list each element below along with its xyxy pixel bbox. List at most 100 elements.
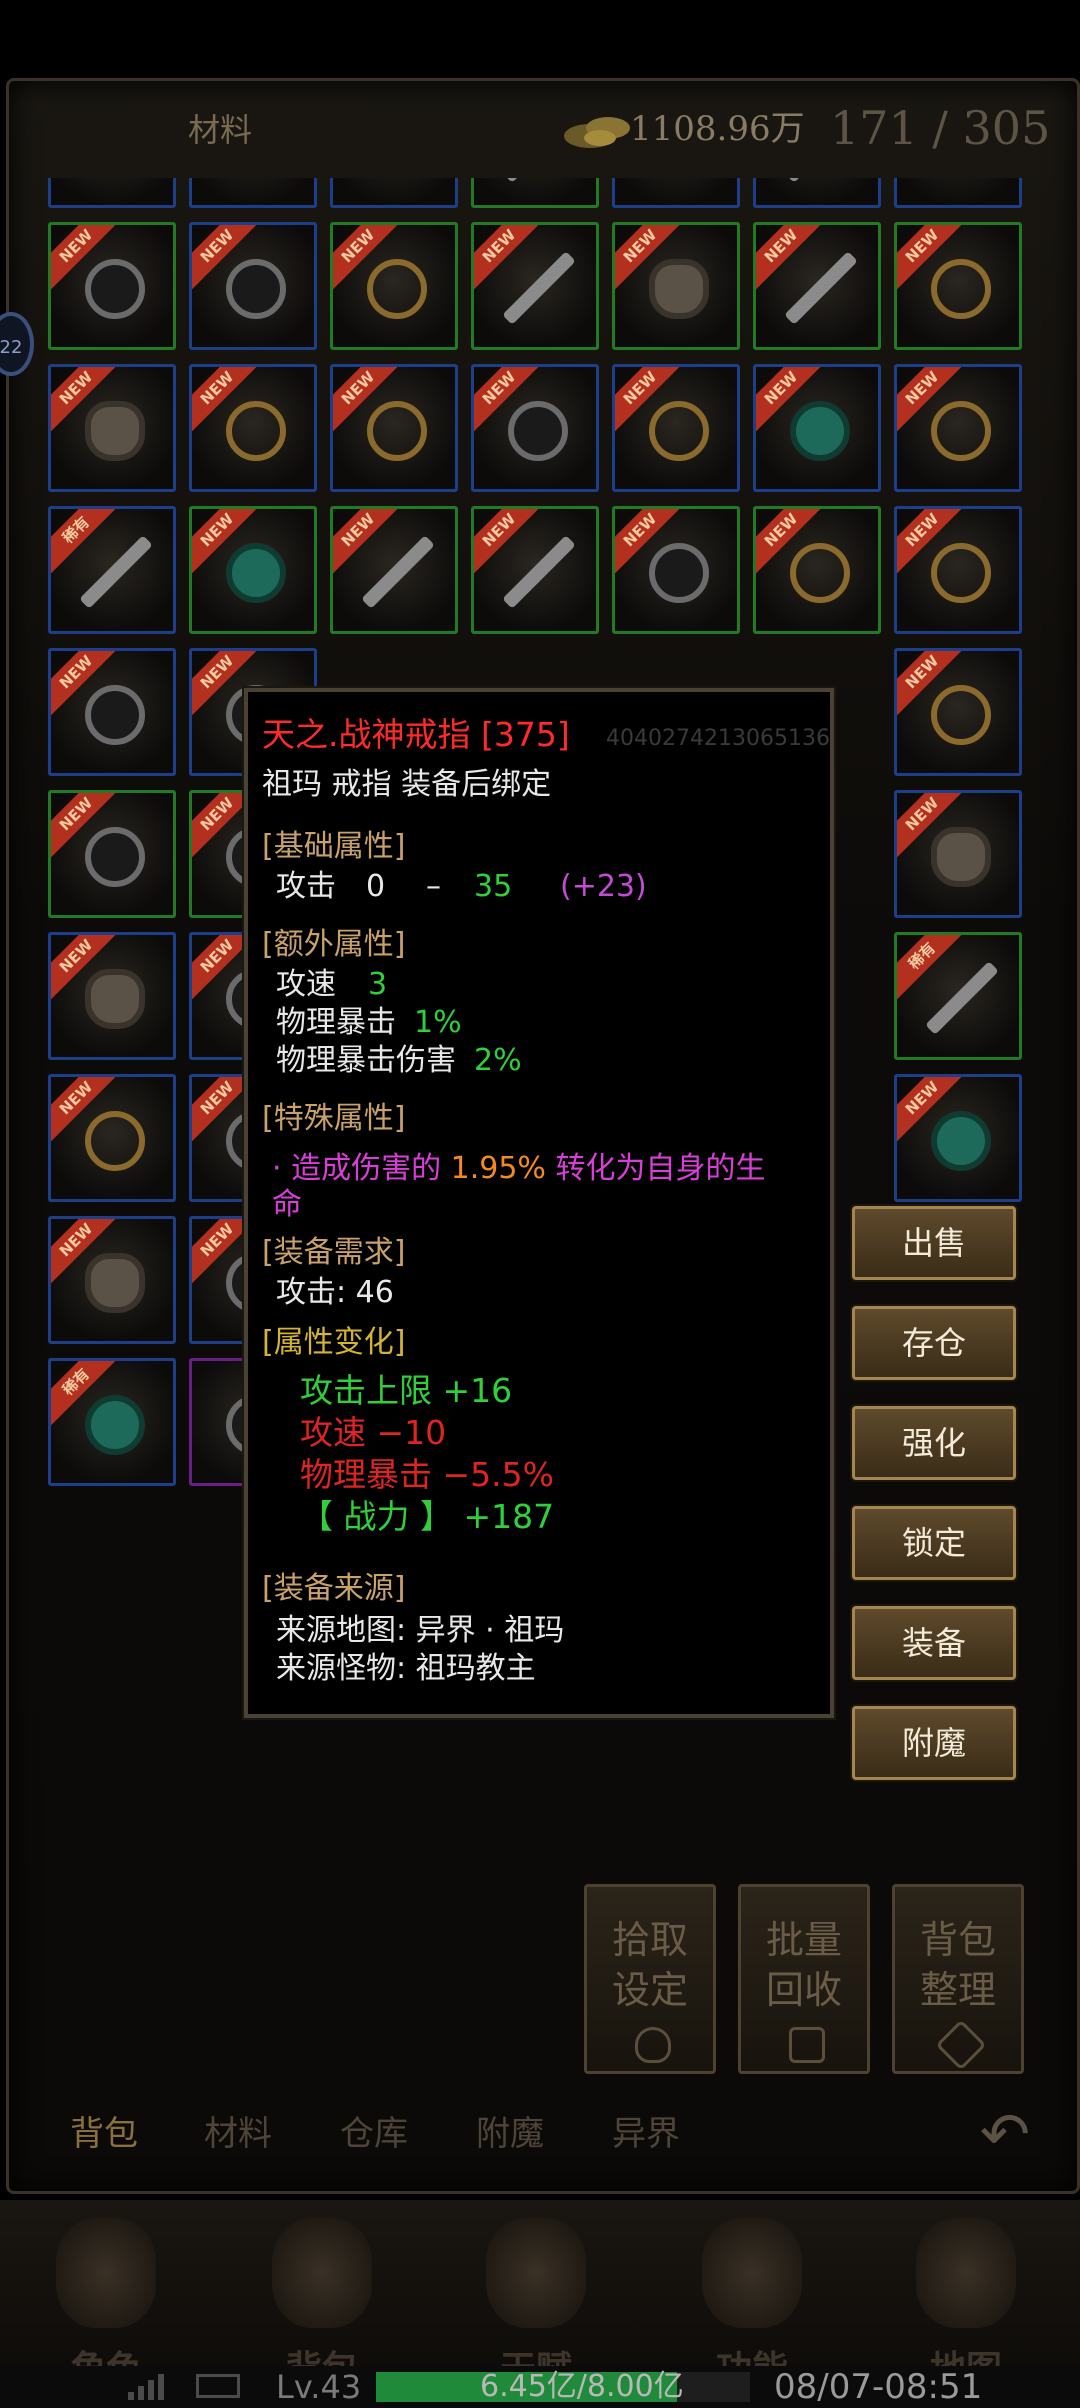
inventory-slot[interactable]: NEW xyxy=(48,648,176,776)
item-name: 天之.战神戒指 [375] xyxy=(262,715,570,754)
extra-attr-title: [额外属性] xyxy=(262,927,406,962)
hooded-figure-icon xyxy=(56,2218,156,2328)
sort-bag-label: 背包 xyxy=(919,1918,996,1962)
nav-bag[interactable]: 背包 xyxy=(232,2200,412,2390)
inventory-slot[interactable]: NEW xyxy=(189,222,317,350)
inventory-slot[interactable]: NEW xyxy=(894,790,1022,918)
pickup-settings-button[interactable]: 拾取 设定 xyxy=(584,1884,716,2074)
skull-ring-icon xyxy=(85,401,145,461)
inventory-slot[interactable] xyxy=(48,178,176,208)
sort-bag-button[interactable]: 背包 整理 xyxy=(892,1884,1024,2074)
change-attack-max: 攻击上限 +16 xyxy=(300,1371,513,1410)
trident-icon xyxy=(502,535,576,609)
potion-bag-icon xyxy=(272,2218,372,2328)
bracelet-icon xyxy=(85,685,145,745)
inventory-slot[interactable]: NEW xyxy=(48,364,176,492)
inventory-slot[interactable]: NEW xyxy=(471,222,599,350)
nav-talent[interactable]: 天赋 xyxy=(446,2200,626,2390)
inventory-slot[interactable]: NEW xyxy=(48,1216,176,1344)
inventory-slot[interactable]: NEW xyxy=(753,222,881,350)
tab-enchant[interactable]: 附魔 xyxy=(476,2104,544,2164)
crit-label: 物理暴击 xyxy=(276,1005,396,1040)
sell-button[interactable]: 出售 xyxy=(852,1206,1016,1280)
inventory-slot[interactable]: NEW xyxy=(330,222,458,350)
necklace-icon xyxy=(649,401,709,461)
header-tab-materials[interactable]: 材料 xyxy=(140,108,300,152)
exp-text: 6.45亿/8.00亿 xyxy=(480,2369,684,2404)
inventory-slot[interactable] xyxy=(330,178,458,208)
crit-damage-label: 物理暴击伤害 xyxy=(276,1043,456,1078)
inventory-slot[interactable] xyxy=(471,178,599,208)
tab-otherworld[interactable]: 异界 xyxy=(612,2104,680,2164)
inventory-slot[interactable]: NEW xyxy=(471,506,599,634)
skull-ring-icon xyxy=(85,1253,145,1313)
tab-materials[interactable]: 材料 xyxy=(204,2104,272,2164)
batch-recycle-button[interactable]: 批量 回收 xyxy=(738,1884,870,2074)
inventory-slot[interactable]: NEW xyxy=(612,506,740,634)
lock-button[interactable]: 锁定 xyxy=(852,1506,1016,1580)
inventory-slot[interactable]: NEW xyxy=(894,1074,1022,1202)
bag-icon xyxy=(635,2027,671,2063)
bracer-icon xyxy=(931,827,991,887)
inventory-slot[interactable]: NEW xyxy=(471,364,599,492)
item-subtitle: 祖玛 戒指 装备后绑定 xyxy=(262,767,552,802)
inventory-slot[interactable]: NEW xyxy=(48,222,176,350)
ring-icon xyxy=(367,401,427,461)
inventory-slot[interactable] xyxy=(612,178,740,208)
inventory-slot[interactable]: NEW xyxy=(330,364,458,492)
nav-character[interactable]: 角色 xyxy=(16,2200,196,2390)
attack-dash: – xyxy=(426,869,441,904)
enchant-button[interactable]: 附魔 xyxy=(852,1706,1016,1780)
special-attr-title: [特殊属性] xyxy=(262,1101,406,1136)
nav-map[interactable]: 地图 xyxy=(876,2200,1056,2390)
inventory-slot[interactable]: NEW xyxy=(48,790,176,918)
trash-icon xyxy=(789,2027,825,2063)
batch-recycle-label: 回收 xyxy=(765,1968,842,2012)
requirement-title: [装备需求] xyxy=(262,1235,406,1270)
equip-button[interactable]: 装备 xyxy=(852,1606,1016,1680)
inventory-slot[interactable]: NEW xyxy=(612,364,740,492)
bracelet-icon xyxy=(508,401,568,461)
compass-map-icon xyxy=(916,2218,1016,2328)
source-map: 来源地图: 异界 · 祖玛 xyxy=(276,1613,565,1648)
inventory-slot[interactable]: 稀有 xyxy=(48,1358,176,1486)
inventory-slot[interactable]: NEW xyxy=(894,222,1022,350)
layers-icon xyxy=(935,2019,987,2071)
inventory-slot[interactable] xyxy=(753,178,881,208)
tab-bag[interactable]: 背包 xyxy=(70,2104,138,2164)
amulet-icon xyxy=(649,543,709,603)
amulet-icon xyxy=(226,543,286,603)
necklace-icon xyxy=(226,401,286,461)
inventory-slot[interactable]: NEW xyxy=(330,506,458,634)
inventory-slot[interactable]: NEW xyxy=(612,222,740,350)
battery-icon xyxy=(196,2374,240,2398)
inventory-slot[interactable] xyxy=(894,178,1022,208)
special-attr-percent: 1.95% xyxy=(450,1151,546,1186)
back-arrow-icon[interactable]: ↶ xyxy=(970,2100,1040,2170)
nav-function[interactable]: 功能 xyxy=(662,2200,842,2390)
inventory-slot[interactable]: NEW xyxy=(753,506,881,634)
inventory-slot[interactable]: NEW xyxy=(48,1074,176,1202)
enhance-button[interactable]: 强化 xyxy=(852,1406,1016,1480)
necklace-icon xyxy=(790,543,850,603)
inventory-slot[interactable]: NEW xyxy=(189,364,317,492)
sort-bag-label: 整理 xyxy=(919,1968,996,2012)
inventory-slot[interactable] xyxy=(189,178,317,208)
store-button[interactable]: 存仓 xyxy=(852,1306,1016,1380)
anvil-icon xyxy=(702,2218,802,2328)
tab-warehouse[interactable]: 仓库 xyxy=(340,2104,408,2164)
inventory-slot[interactable]: NEW xyxy=(894,648,1022,776)
inventory-slot[interactable]: NEW xyxy=(48,932,176,1060)
inventory-slot[interactable]: NEW xyxy=(753,364,881,492)
change-crit: 物理暴击 −5.5% xyxy=(300,1455,554,1494)
inventory-slot[interactable]: 稀有 xyxy=(894,932,1022,1060)
helmet-icon xyxy=(85,969,145,1029)
inventory-slot[interactable]: 稀有 xyxy=(48,506,176,634)
inventory-slot[interactable]: NEW xyxy=(894,364,1022,492)
attack-max: 35 xyxy=(474,869,513,904)
sword-icon xyxy=(502,251,576,325)
inventory-slot[interactable]: NEW xyxy=(189,506,317,634)
necklace-icon xyxy=(367,259,427,319)
inventory-slot[interactable]: NEW xyxy=(894,506,1022,634)
necklace-icon xyxy=(931,543,991,603)
